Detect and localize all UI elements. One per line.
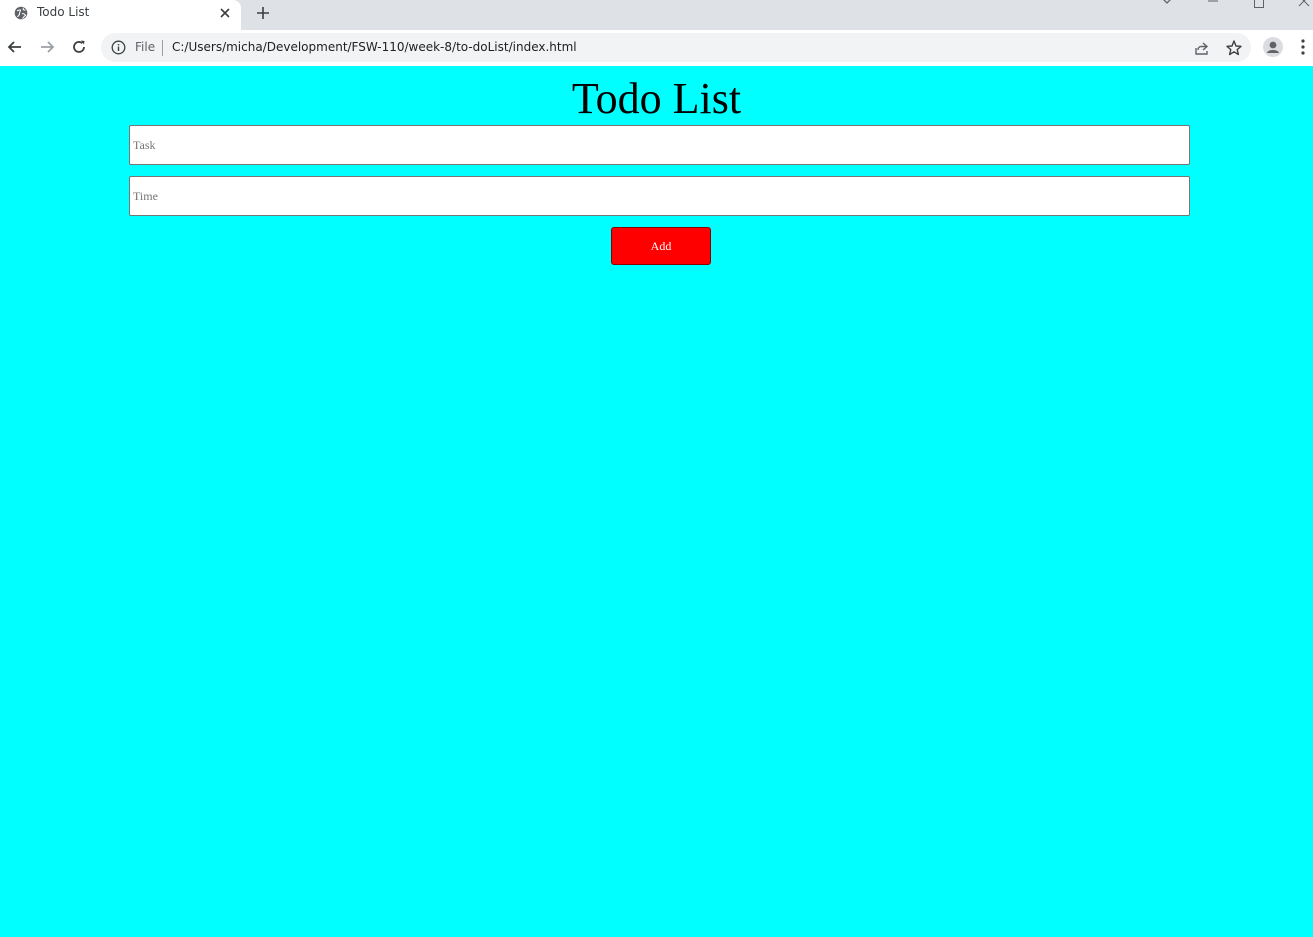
reload-icon[interactable] — [70, 38, 88, 56]
maximize-icon[interactable] — [1252, 0, 1266, 8]
tab-todo-list[interactable]: Todo List — [0, 0, 241, 30]
share-icon[interactable] — [1193, 39, 1211, 57]
close-icon[interactable] — [217, 5, 233, 21]
address-bar[interactable]: File C:/Users/micha/Development/FSW-110/… — [101, 33, 1251, 62]
browser-chrome: Todo List File C:/Users/micha/Developmen… — [0, 0, 1313, 66]
info-icon[interactable] — [111, 40, 126, 55]
window-close-icon[interactable] — [1296, 0, 1312, 8]
address-separator — [162, 40, 163, 56]
tab-strip: Todo List — [0, 0, 1313, 30]
tab-title: Todo List — [37, 5, 90, 19]
tab-search-icon[interactable] — [1158, 0, 1176, 6]
task-input[interactable] — [129, 125, 1190, 165]
new-tab-icon[interactable] — [254, 4, 272, 22]
address-scheme: File — [135, 40, 156, 54]
address-url[interactable]: C:/Users/micha/Development/FSW-110/week-… — [172, 40, 577, 54]
time-input[interactable] — [129, 176, 1190, 216]
star-icon[interactable] — [1225, 39, 1243, 57]
page-content: Todo List Add — [0, 66, 1313, 937]
person-icon — [1267, 41, 1279, 53]
back-arrow-icon[interactable] — [6, 38, 24, 56]
profile-avatar-icon[interactable] — [1263, 37, 1283, 57]
minimize-icon[interactable] — [1206, 0, 1220, 6]
page-title: Todo List — [571, 74, 742, 123]
toolbar: File C:/Users/micha/Development/FSW-110/… — [0, 30, 1313, 66]
add-button[interactable]: Add — [611, 227, 711, 265]
more-menu-icon[interactable] — [1300, 38, 1306, 56]
forward-arrow-icon[interactable] — [38, 38, 56, 56]
globe-icon — [14, 6, 28, 20]
